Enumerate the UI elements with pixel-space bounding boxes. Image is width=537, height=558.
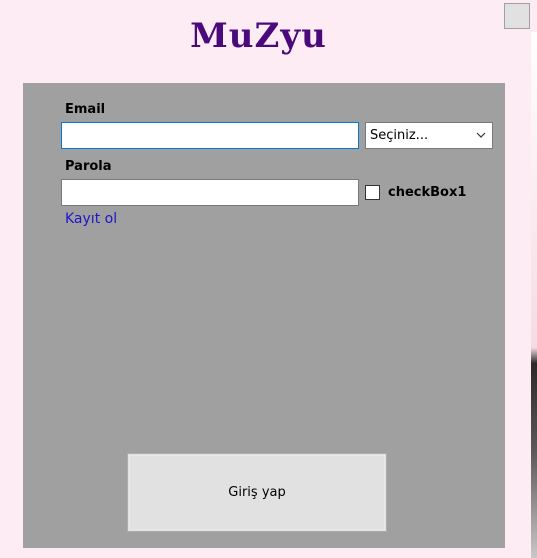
show-password-checkbox[interactable] xyxy=(365,185,380,200)
email-label: Email xyxy=(65,102,106,117)
password-field[interactable] xyxy=(61,179,359,206)
email-field[interactable] xyxy=(61,122,359,149)
brand-logo: MuZyu xyxy=(190,16,327,56)
login-panel: Email Seçiniz... Parola checkBox1 Kayıt … xyxy=(23,83,505,548)
login-button[interactable]: Giriş yap xyxy=(127,453,387,532)
password-label: Parola xyxy=(65,159,112,174)
register-link[interactable]: Kayıt ol xyxy=(65,211,117,227)
role-select-value: Seçiniz... xyxy=(370,128,429,143)
role-select[interactable]: Seçiniz... xyxy=(365,122,493,149)
chevron-down-icon xyxy=(476,132,486,138)
checkbox-label: checkBox1 xyxy=(388,185,467,200)
window-right-edge xyxy=(531,32,537,558)
